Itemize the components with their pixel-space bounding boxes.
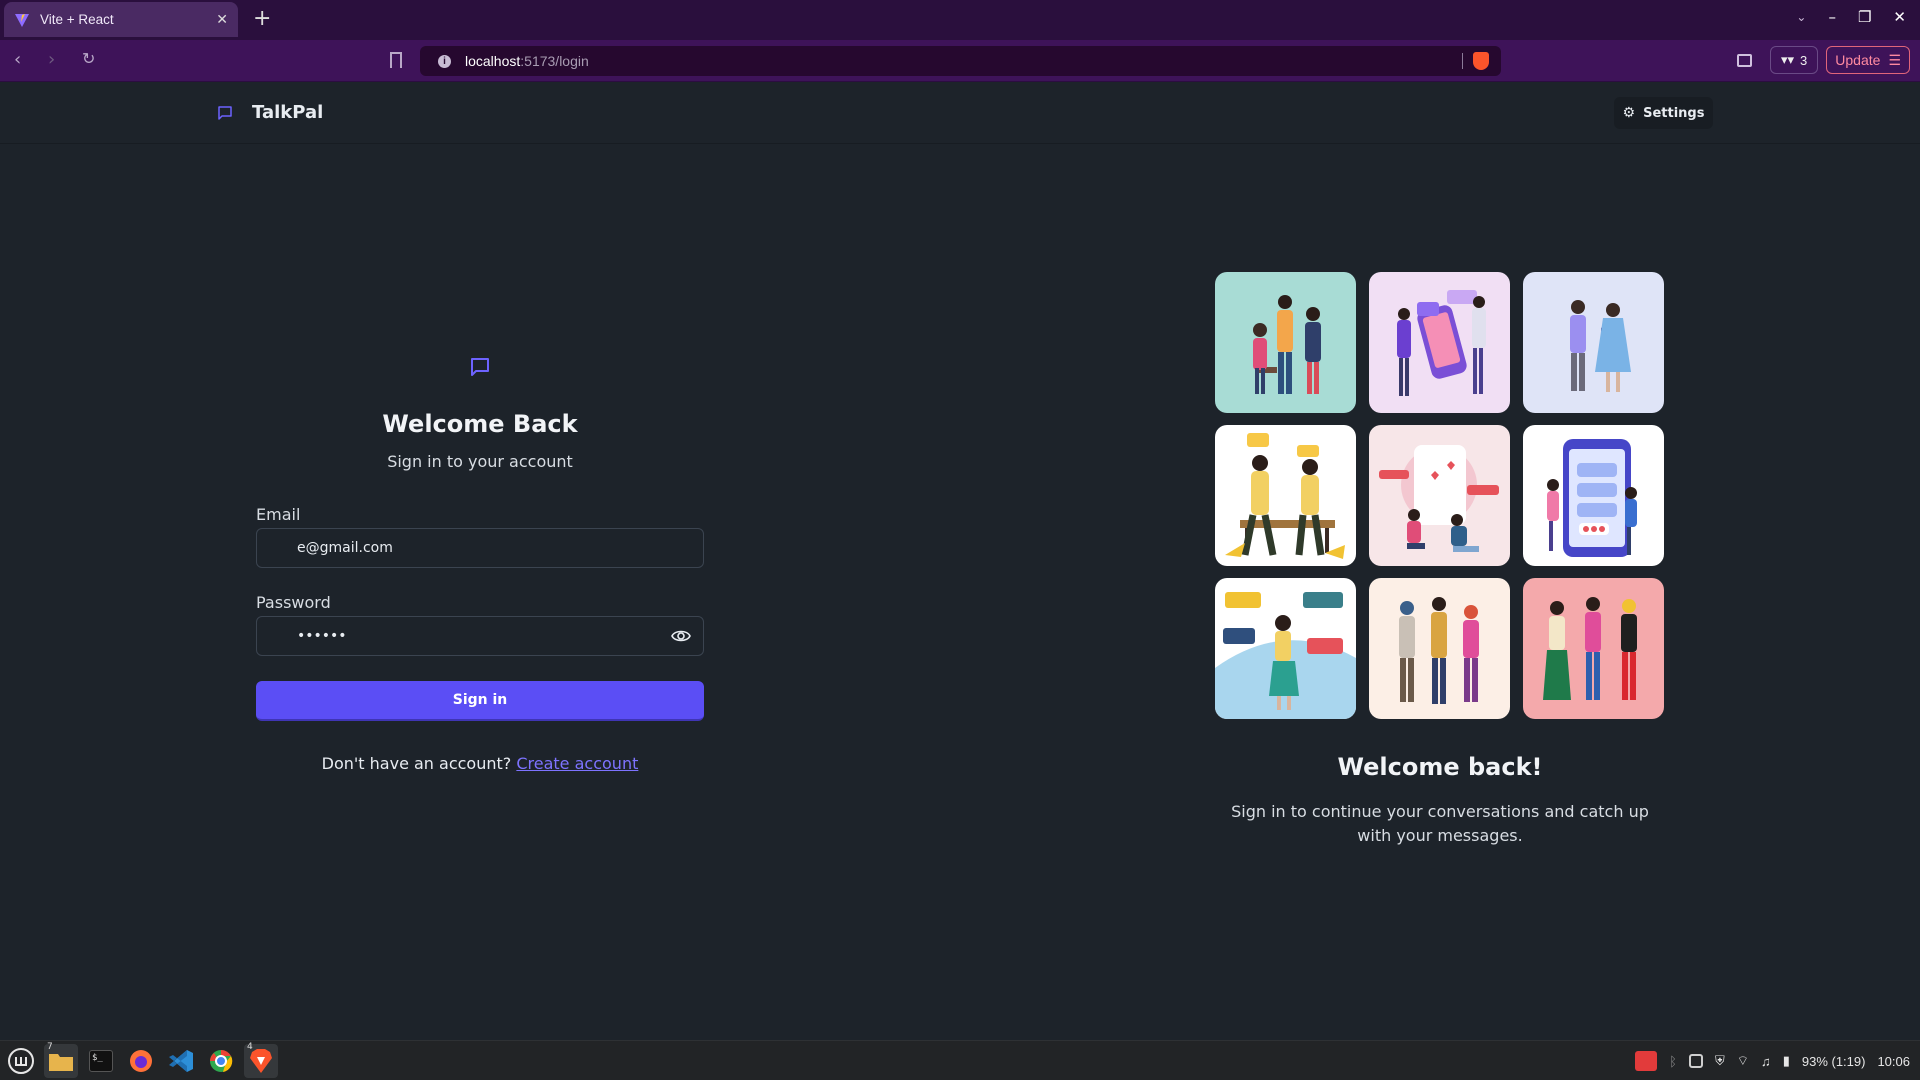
chrome-icon <box>210 1049 233 1072</box>
firefox-icon <box>130 1050 152 1072</box>
folder-icon <box>49 1054 73 1071</box>
three-friends-texting-illustration <box>1543 597 1637 700</box>
vscode-app[interactable] <box>164 1044 198 1078</box>
brand-name: TalkPal <box>252 102 324 123</box>
forward-icon[interactable]: › <box>48 49 55 70</box>
battery-status[interactable]: 93% (1:19) <box>1802 1054 1866 1069</box>
illustration-gallery <box>1215 272 1665 719</box>
chat-bubble-icon <box>471 358 489 376</box>
anydesk-icon[interactable] <box>1635 1051 1658 1071</box>
reload-icon[interactable]: ↻ <box>82 49 95 68</box>
chrome-app[interactable] <box>204 1044 238 1078</box>
close-window-icon[interactable]: ✕ <box>1893 8 1906 26</box>
taskbar-apps: 7 $_ 4 <box>4 1042 278 1078</box>
vscode-icon <box>169 1050 193 1072</box>
os-taskbar: 7 $_ 4 ᛒ ⛨ ⌔ ♫ ▮ 93% (1:19) 10:06 <box>0 1040 1920 1080</box>
shield-update-icon[interactable]: ⛨ <box>1715 1053 1725 1069</box>
back-icon[interactable]: ‹ <box>14 49 21 70</box>
brave-badge: 4 <box>247 1042 253 1052</box>
page-title: Welcome Back <box>382 410 578 438</box>
settings-label: Settings <box>1643 105 1705 121</box>
toolbar-right: ▾▾ 3 Update ☰ <box>1736 46 1910 74</box>
email-label: Email <box>256 505 301 524</box>
mint-logo-icon <box>8 1048 34 1074</box>
password-value: •••••• <box>297 628 347 644</box>
love-chat-illustration <box>1379 445 1499 552</box>
people-chatting-illustration <box>1253 295 1321 394</box>
brave-app[interactable]: 4 <box>244 1042 278 1078</box>
wallet-count: 3 <box>1800 52 1808 68</box>
illustration-tile <box>1215 425 1356 566</box>
new-tab-icon[interactable]: + <box>253 6 271 31</box>
restore-icon[interactable]: ❐ <box>1858 8 1871 26</box>
password-label: Password <box>256 593 331 612</box>
illustration-tile <box>1523 578 1664 719</box>
system-tray: ᛒ ⛨ ⌔ ♫ ▮ 93% (1:19) 10:06 <box>1635 1051 1910 1071</box>
show-password-icon[interactable] <box>671 628 691 644</box>
create-account-link[interactable]: Create account <box>516 754 638 773</box>
illustration-tile <box>1369 272 1510 413</box>
gear-icon: ⚙ <box>1622 105 1636 121</box>
illustration-tile <box>1215 272 1356 413</box>
illustration-tile <box>1523 425 1664 566</box>
menu-launcher[interactable] <box>4 1044 38 1078</box>
illustration-tile <box>1215 578 1356 719</box>
promo-title: Welcome back! <box>1337 753 1543 781</box>
email-field[interactable]: e@gmail.com <box>256 528 704 568</box>
chat-bubble-icon <box>218 105 232 120</box>
wallet-icon: ▾▾ <box>1780 52 1795 67</box>
wallet-button[interactable]: ▾▾ 3 <box>1769 46 1819 74</box>
clock[interactable]: 10:06 <box>1877 1054 1910 1069</box>
brave-shield-icon[interactable] <box>1473 52 1489 70</box>
phone-messaging-illustration <box>1397 290 1486 396</box>
settings-button[interactable]: ⚙ Settings <box>1614 97 1713 129</box>
tab-close-icon[interactable]: ✕ <box>216 12 228 28</box>
firefox-app[interactable] <box>124 1044 158 1078</box>
clipboard-icon[interactable] <box>1688 1054 1703 1068</box>
sidebar-toggle-icon[interactable] <box>1736 53 1752 67</box>
address-bar[interactable]: i localhost:5173/login <box>420 46 1501 76</box>
files-app[interactable]: 7 <box>44 1042 78 1078</box>
menu-icon: ☰ <box>1888 51 1901 68</box>
signup-prompt-text: Don't have an account? <box>321 754 512 773</box>
sound-icon[interactable]: ♫ <box>1761 1054 1771 1069</box>
signup-prompt: Don't have an account? Create account <box>256 754 704 773</box>
minimize-icon[interactable]: – <box>1828 8 1836 26</box>
browser-tab[interactable]: Vite + React ✕ <box>4 2 238 37</box>
brand[interactable]: TalkPal <box>216 102 323 123</box>
tab-title: Vite + React <box>40 12 114 27</box>
url-path: :5173/login <box>520 53 589 69</box>
password-field[interactable]: •••••• <box>256 616 704 656</box>
window-controls: ⌄ – ❐ ✕ <box>1796 8 1906 26</box>
promo-subtitle: Sign in to continue your conversations a… <box>1231 802 1649 845</box>
page-subtitle: Sign in to your account <box>387 452 573 471</box>
vite-logo-icon <box>15 13 29 27</box>
couple-with-phones-illustration <box>1570 300 1631 392</box>
browser-tab-bar: Vite + React ✕ + ⌄ – ❐ ✕ <box>0 0 1920 40</box>
bookmark-icon[interactable] <box>390 52 402 68</box>
battery-icon[interactable]: ▮ <box>1783 1053 1790 1069</box>
friends-with-phones-illustration <box>1399 597 1479 704</box>
site-info-icon[interactable]: i <box>438 54 451 68</box>
tab-list-chevron-icon[interactable]: ⌄ <box>1796 10 1806 24</box>
illustration-tile <box>1369 425 1510 566</box>
illustration-tile <box>1523 272 1664 413</box>
files-badge: 7 <box>47 1042 53 1052</box>
email-value: e@gmail.com <box>297 540 393 556</box>
terminal-icon: $_ <box>89 1050 113 1072</box>
app-header: TalkPal ⚙ Settings <box>0 82 1920 144</box>
bluetooth-icon[interactable]: ᛒ <box>1669 1054 1677 1069</box>
update-button[interactable]: Update ☰ <box>1826 46 1910 74</box>
illustration-tile <box>1369 578 1510 719</box>
bench-texting-illustration <box>1225 433 1345 559</box>
terminal-app[interactable]: $_ <box>84 1044 118 1078</box>
sign-in-button[interactable]: Sign in <box>256 681 704 721</box>
url-host: localhost <box>465 53 521 69</box>
browser-toolbar: ‹ › ↻ i localhost:5173/login ▾▾ 3 Update… <box>0 40 1920 82</box>
url-separator <box>1462 53 1463 69</box>
woman-chat-bubbles-illustration <box>1215 592 1356 719</box>
wifi-icon[interactable]: ⌔ <box>1737 1053 1749 1069</box>
update-label: Update <box>1835 52 1881 68</box>
big-phone-chat-illustration <box>1547 439 1637 557</box>
